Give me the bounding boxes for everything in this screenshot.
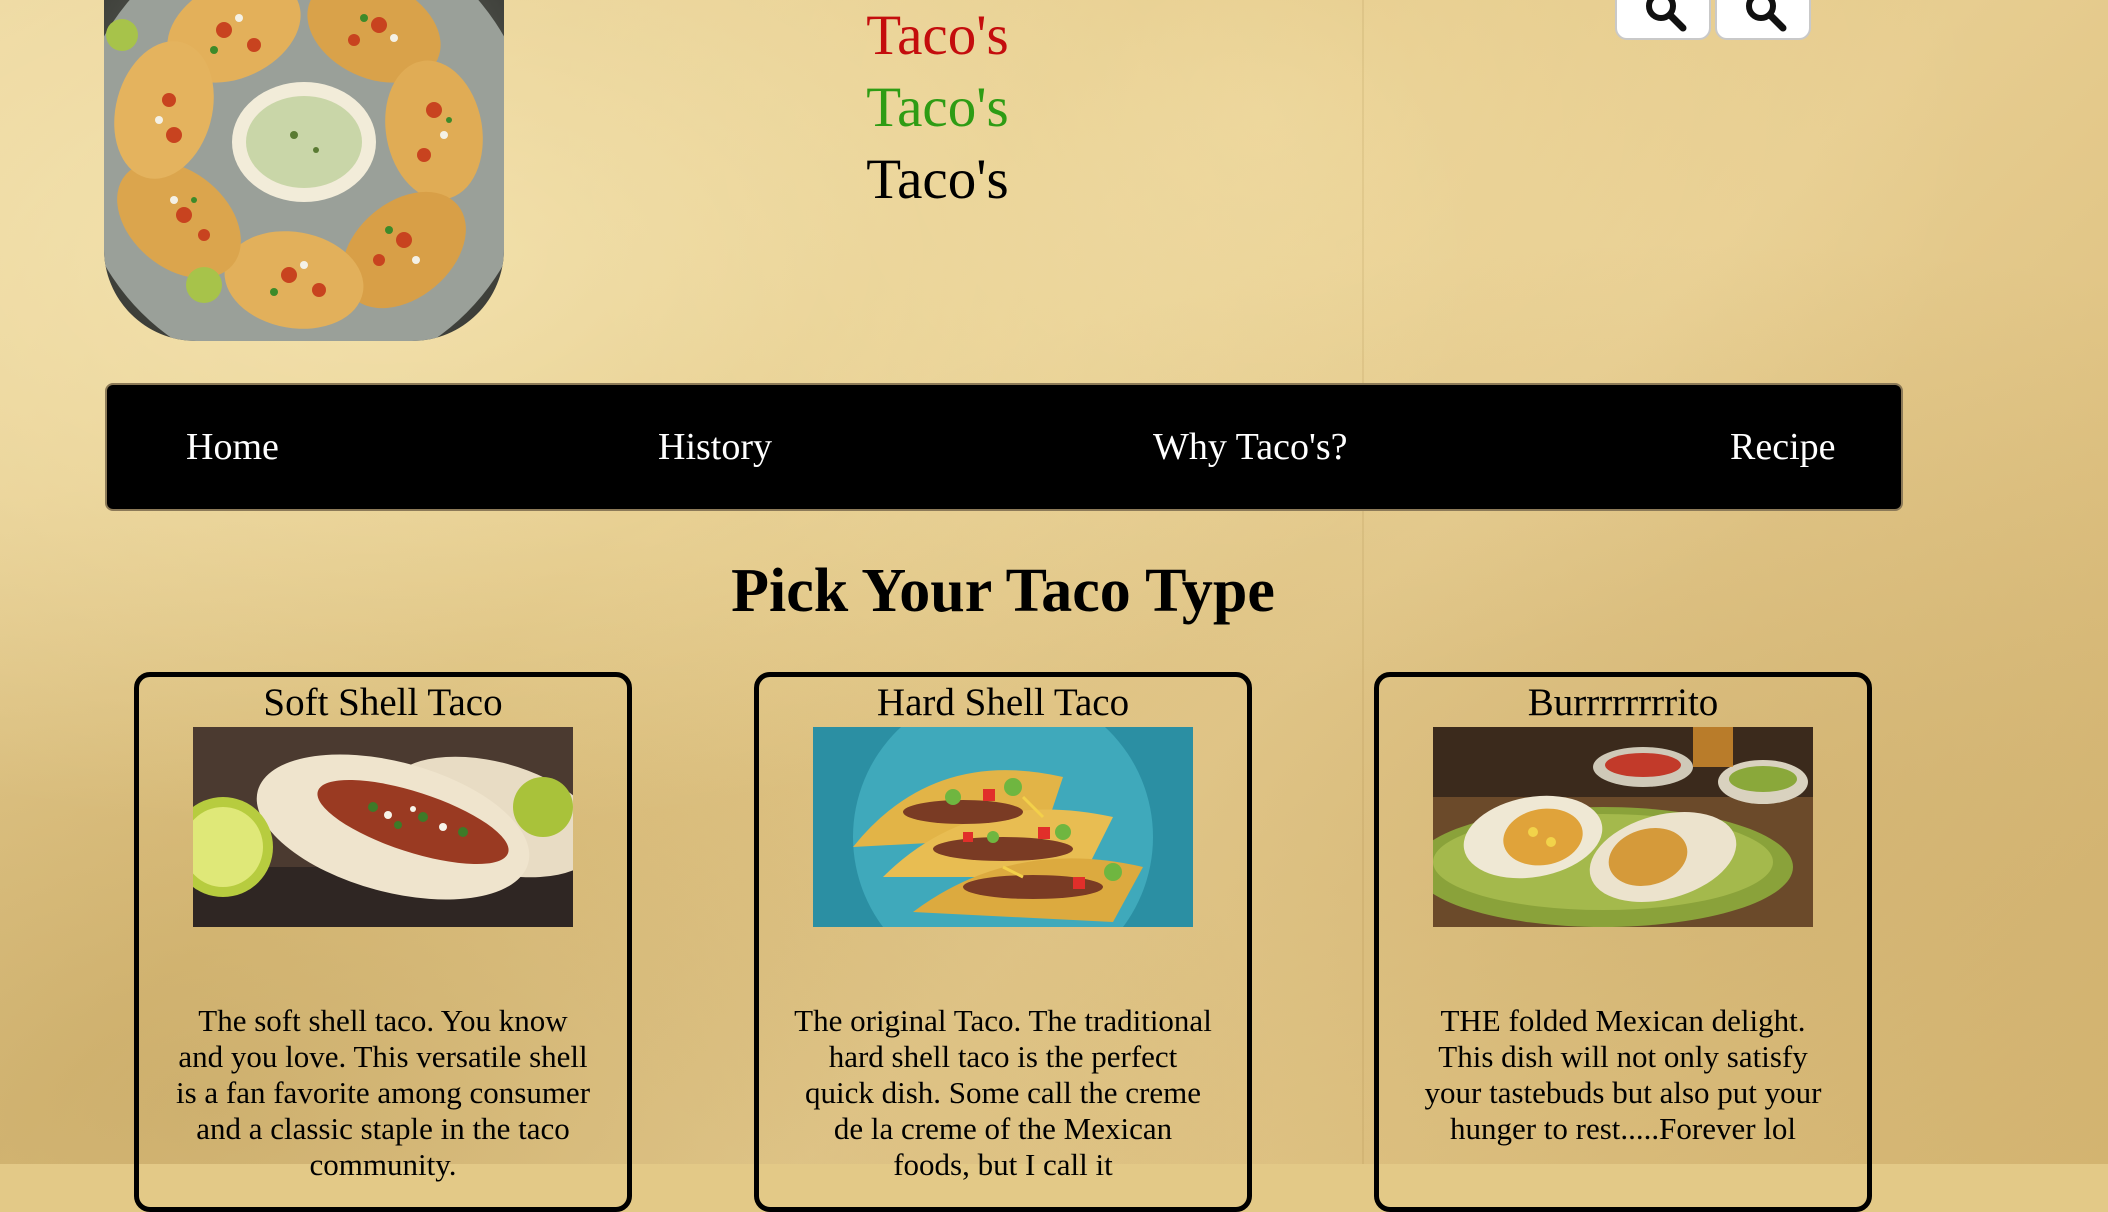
taco-card-hard-shell[interactable]: Hard Shell Taco The original Taco. The t… (754, 672, 1252, 1212)
page-heading: Pick Your Taco Type (731, 557, 1275, 625)
title-line-green: Taco's (866, 76, 1009, 139)
magnifier-icon (1646, 0, 1687, 32)
magnifier-icon (1746, 0, 1787, 32)
main-nav: Home History Why Taco's? Recipe (105, 383, 1903, 511)
card-title: Soft Shell Taco (263, 681, 503, 724)
nav-home[interactable]: Home (186, 425, 279, 469)
card-title: Burrrrrrrrito (1527, 681, 1719, 724)
logo-image (104, 0, 504, 341)
nav-recipe[interactable]: Recipe (1730, 425, 1836, 469)
title-line-black: Taco's (866, 148, 1009, 211)
taco-card-burrito[interactable]: Burrrrrrrrito THE folded Mexican delight… (1374, 672, 1872, 1212)
card-description: THE folded Mexican delight. This dish wi… (1424, 1003, 1822, 1146)
card-description: The original Taco. The traditional hard … (794, 1003, 1212, 1182)
search-button-2[interactable] (1715, 0, 1811, 40)
burrito-photo (1433, 727, 1813, 927)
site-title: Taco's Taco's Taco's (800, 0, 1075, 216)
taco-card-soft-shell[interactable]: Soft Shell Taco The soft shell taco. You… (134, 672, 632, 1212)
hard-shell-taco-photo (813, 727, 1193, 927)
card-description: The soft shell taco. You know and you lo… (175, 1003, 591, 1182)
nav-why-tacos[interactable]: Why Taco's? (1153, 425, 1347, 469)
title-line-red: Taco's (866, 4, 1009, 67)
nav-history[interactable]: History (658, 425, 772, 469)
card-title: Hard Shell Taco (876, 681, 1130, 724)
search-button[interactable] (1615, 0, 1711, 40)
soft-shell-taco-photo (193, 727, 573, 927)
